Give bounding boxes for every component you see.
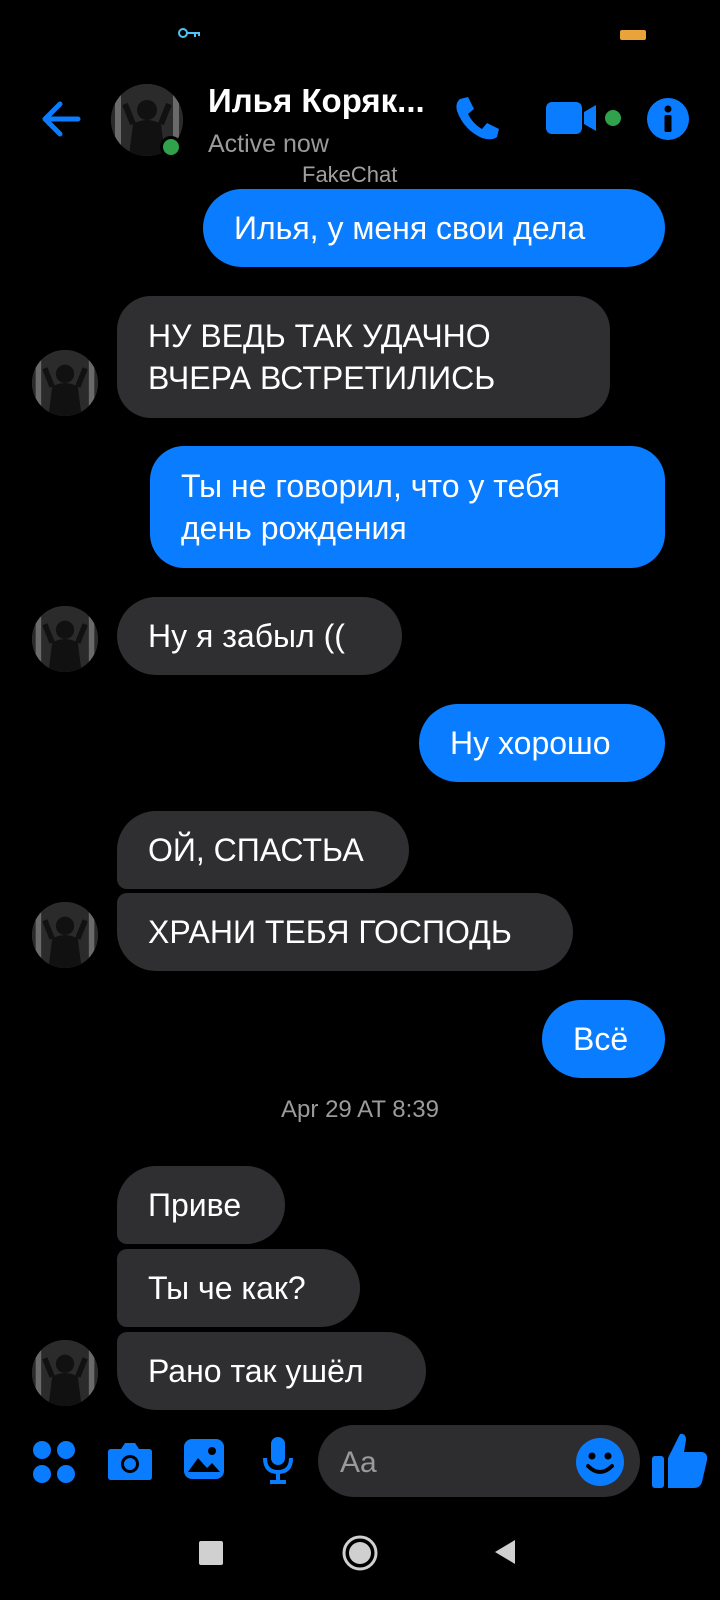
thumbs-up-icon[interactable] bbox=[650, 1430, 710, 1490]
apps-icon[interactable] bbox=[32, 1440, 76, 1484]
message-bubble-incoming[interactable]: Ну я забыл (( bbox=[117, 597, 402, 675]
message-text: Ты че как? bbox=[148, 1270, 306, 1306]
message-bubble-outgoing[interactable]: Ты не говорил, что у тебя день рождения bbox=[150, 446, 665, 568]
active-status: Active now bbox=[208, 130, 329, 158]
message-text: НУ ВЕДЬ ТАК УДАЧНО ВЧЕРА ВСТРЕТИЛИСЬ bbox=[148, 318, 496, 396]
message-bubble-incoming[interactable]: Приве bbox=[117, 1166, 285, 1244]
sender-avatar[interactable] bbox=[32, 350, 98, 416]
message-text: Приве bbox=[148, 1187, 242, 1223]
sender-avatar[interactable] bbox=[32, 902, 98, 968]
message-bubble-outgoing[interactable]: Всё bbox=[542, 1000, 665, 1078]
gallery-icon[interactable] bbox=[183, 1438, 225, 1480]
sender-avatar[interactable] bbox=[32, 1340, 98, 1406]
battery-icon bbox=[620, 30, 646, 40]
message-bubble-incoming[interactable]: ОЙ, СПАСТЬА bbox=[117, 811, 409, 889]
message-bubble-incoming[interactable]: Рано так ушёл bbox=[117, 1332, 426, 1410]
watermark: FakeChat bbox=[302, 162, 398, 187]
message-text: ОЙ, СПАСТЬА bbox=[148, 832, 364, 868]
message-text: Ну хорошо bbox=[450, 725, 611, 761]
back-triangle-icon[interactable] bbox=[493, 1538, 517, 1566]
message-text: Всё bbox=[573, 1021, 629, 1057]
info-icon[interactable] bbox=[646, 97, 690, 141]
emoji-icon[interactable] bbox=[575, 1437, 625, 1487]
message-input-placeholder: Aa bbox=[340, 1446, 377, 1479]
camera-icon[interactable] bbox=[107, 1441, 153, 1481]
microphone-icon[interactable] bbox=[262, 1436, 294, 1484]
message-text: ХРАНИ ТЕБЯ ГОСПОДЬ bbox=[148, 914, 512, 950]
status-bar bbox=[0, 0, 720, 70]
video-camera-icon[interactable] bbox=[546, 100, 598, 136]
video-online-indicator bbox=[605, 110, 621, 126]
message-bubble-incoming[interactable]: НУ ВЕДЬ ТАК УДАЧНО ВЧЕРА ВСТРЕТИЛИСЬ bbox=[117, 296, 610, 418]
key-icon bbox=[178, 28, 200, 38]
message-text: Ты не говорил, что у тебя день рождения bbox=[181, 468, 560, 546]
sender-avatar[interactable] bbox=[32, 606, 98, 672]
message-bubble-outgoing[interactable]: Илья, у меня свои дела bbox=[203, 189, 665, 267]
message-text: Илья, у меня свои дела bbox=[234, 210, 586, 246]
timestamp-divider: Apr 29 AT 8:39 bbox=[281, 1096, 439, 1123]
message-bubble-incoming[interactable]: ХРАНИ ТЕБЯ ГОСПОДЬ bbox=[117, 893, 573, 971]
contact-name[interactable]: Илья Коряк... bbox=[208, 82, 425, 120]
back-arrow-icon[interactable] bbox=[38, 96, 88, 142]
square-icon[interactable] bbox=[199, 1541, 223, 1565]
message-bubble-outgoing[interactable]: Ну хорошо bbox=[419, 704, 665, 782]
message-text: Ну я забыл (( bbox=[148, 618, 345, 654]
phone-icon[interactable] bbox=[452, 93, 502, 143]
message-text: Рано так ушёл bbox=[148, 1353, 364, 1389]
online-indicator bbox=[160, 136, 182, 158]
message-bubble-incoming[interactable]: Ты че как? bbox=[117, 1249, 360, 1327]
home-circle-icon[interactable] bbox=[341, 1534, 379, 1572]
